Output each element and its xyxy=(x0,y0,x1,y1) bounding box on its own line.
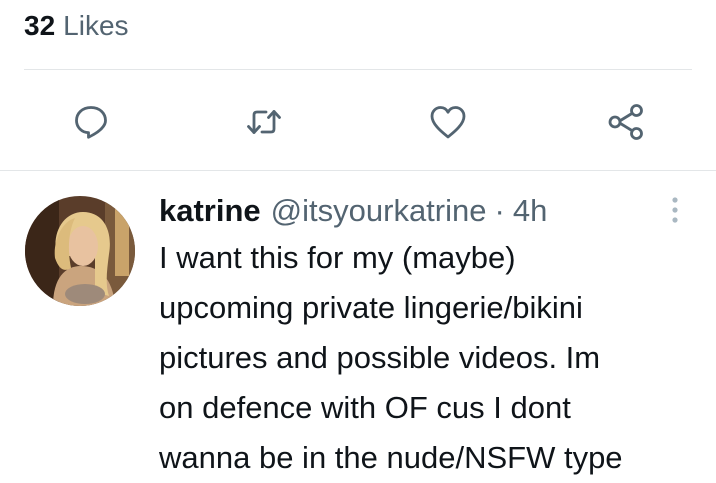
display-name[interactable]: katrine xyxy=(159,193,261,229)
username-handle[interactable]: @itsyourkatrine xyxy=(271,193,487,229)
heart-icon xyxy=(430,106,466,139)
more-vertical-icon xyxy=(672,197,678,223)
reply-icon xyxy=(75,106,107,139)
tweet-text: I want this for my (maybe) upcoming priv… xyxy=(159,233,699,483)
tweet-action-bar xyxy=(0,70,716,170)
tweet-text-line: pictures and possible videos. Im xyxy=(159,340,601,375)
tweet-text-line: I want this for my (maybe) xyxy=(159,240,516,275)
tweet-text-line: wanna be in the nude/NSFW type xyxy=(159,440,623,475)
avatar[interactable] xyxy=(25,196,135,306)
tweet-header: katrine @itsyourkatrine · 4h xyxy=(159,193,547,229)
tweet-text-line: on defence with OF cus I dont xyxy=(159,390,571,425)
like-button[interactable] xyxy=(426,100,470,144)
reply-button[interactable] xyxy=(69,100,113,144)
share-icon xyxy=(608,104,643,140)
timestamp[interactable]: 4h xyxy=(513,193,547,229)
profile-photo xyxy=(25,196,135,306)
share-button[interactable] xyxy=(604,100,648,144)
likes-label: Likes xyxy=(63,10,129,41)
retweet-button[interactable] xyxy=(242,100,286,144)
separator-dot: · xyxy=(494,193,505,228)
likes-count-row[interactable]: 32 Likes xyxy=(24,4,129,48)
retweet-icon xyxy=(247,110,281,134)
more-options-button[interactable] xyxy=(658,193,692,227)
likes-count: 32 xyxy=(24,10,56,41)
reply-tweet[interactable]: katrine @itsyourkatrine · 4h I want this… xyxy=(0,171,716,475)
tweet-text-line: upcoming private lingerie/bikini xyxy=(159,290,583,325)
